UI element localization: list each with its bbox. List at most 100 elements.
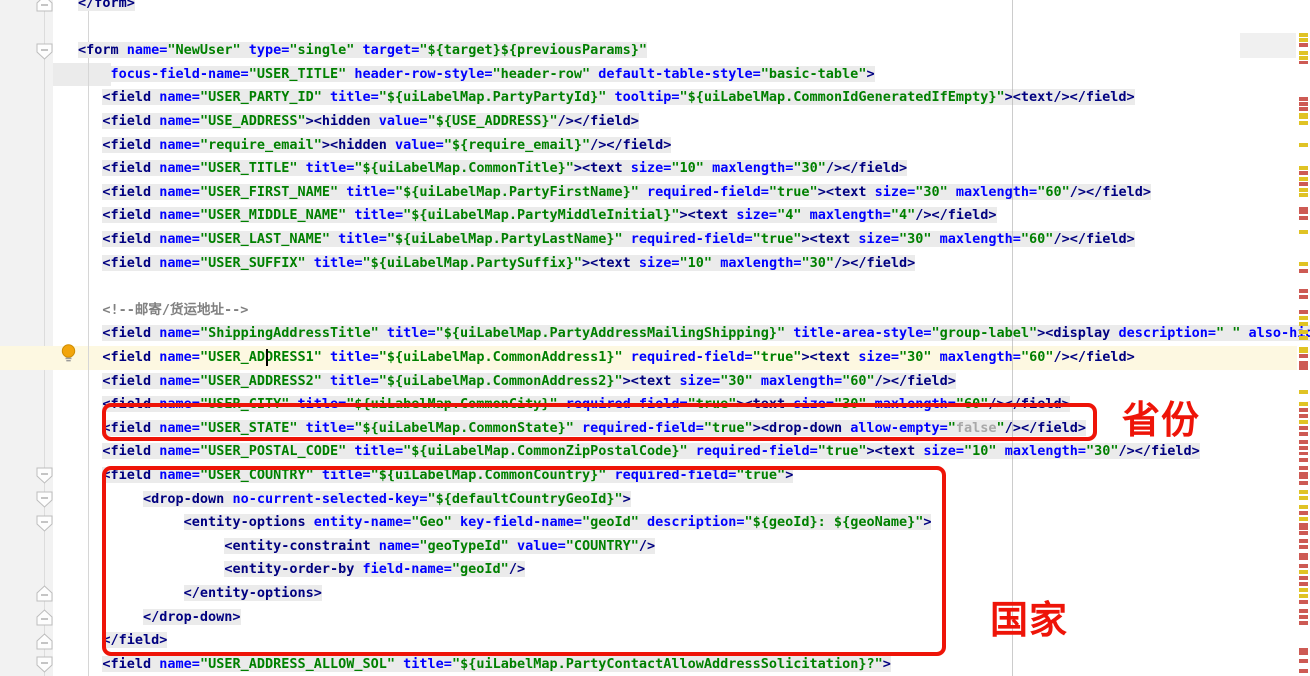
- stripe-marker[interactable]: [1299, 553, 1308, 560]
- code-line[interactable]: <!--邮寄/货运地址-->: [78, 299, 248, 323]
- stripe-marker[interactable]: [1299, 102, 1308, 106]
- stripe-marker[interactable]: [1299, 440, 1308, 444]
- stripe-marker[interactable]: [1299, 496, 1308, 500]
- annotation-box-state: [102, 403, 1097, 441]
- stripe-marker[interactable]: [1299, 390, 1308, 394]
- stripe-marker[interactable]: [1299, 481, 1308, 485]
- code-line[interactable]: <field name="ShippingAddressTitle" title…: [78, 322, 1310, 346]
- stripe-marker[interactable]: [1299, 269, 1308, 273]
- stripe-marker[interactable]: [1299, 511, 1308, 515]
- stripe-marker[interactable]: [1299, 609, 1308, 613]
- stripe-marker[interactable]: [1299, 545, 1308, 549]
- stripe-marker[interactable]: [1299, 121, 1308, 125]
- stripe-marker[interactable]: [1299, 166, 1308, 170]
- intention-bulb-icon[interactable]: [60, 344, 77, 363]
- stripe-marker[interactable]: [1299, 295, 1308, 299]
- code-line[interactable]: <field name="USER_MIDDLE_NAME" title="${…: [78, 204, 997, 228]
- code-line[interactable]: <field name="USER_ADDRESS_ALLOW_SOL" tit…: [78, 653, 891, 676]
- stripe-marker[interactable]: [1299, 33, 1308, 37]
- stripe-marker[interactable]: [1299, 361, 1308, 370]
- error-stripe[interactable]: [1297, 0, 1310, 676]
- stripe-marker[interactable]: [1299, 56, 1308, 60]
- stripe-marker[interactable]: [1299, 582, 1308, 586]
- code-text: <field name="USE_ADDRESS"><hidden value=…: [102, 113, 639, 129]
- stripe-marker[interactable]: [1299, 336, 1308, 340]
- stripe-marker[interactable]: [1299, 523, 1308, 530]
- code-line[interactable]: <field name="USER_FIRST_NAME" title="${u…: [78, 181, 1151, 205]
- stripe-marker[interactable]: [1299, 426, 1308, 430]
- annotation-label-country: 国家: [990, 600, 1069, 642]
- stripe-marker[interactable]: [1299, 61, 1308, 64]
- stripe-marker[interactable]: [1299, 322, 1308, 326]
- code-line[interactable]: <field name="USER_TITLE" title="${uiLabe…: [78, 157, 908, 181]
- stripe-marker[interactable]: [1299, 51, 1308, 55]
- stripe-marker[interactable]: [1299, 505, 1308, 509]
- stripe-marker[interactable]: [1299, 600, 1308, 604]
- code-line[interactable]: <field name="USER_LAST_NAME" title="${ui…: [78, 228, 1135, 252]
- code-line[interactable]: <field name="USE_ADDRESS"><hidden value=…: [78, 110, 639, 134]
- stripe-marker[interactable]: [1299, 216, 1308, 220]
- code-line[interactable]: <field name="USER_PARTY_ID" title="${uiL…: [78, 86, 1135, 110]
- code-text: <field name="USER_ADDRESS1" title="${uiL…: [102, 349, 1135, 365]
- stripe-marker[interactable]: [1299, 458, 1308, 462]
- code-line[interactable]: <field name="USER_ADDRESS1" title="${uiL…: [78, 346, 1135, 370]
- stripe-marker[interactable]: [1299, 354, 1308, 358]
- stripe-marker[interactable]: [1299, 316, 1308, 320]
- stripe-marker[interactable]: [1299, 466, 1308, 470]
- stripe-marker[interactable]: [1299, 188, 1308, 192]
- stripe-marker[interactable]: [1299, 182, 1308, 186]
- stripe-marker[interactable]: [1299, 207, 1308, 214]
- code-text: <field name="USER_FIRST_NAME" title="${u…: [102, 183, 1151, 200]
- stripe-marker[interactable]: [1299, 107, 1308, 111]
- stripe-marker[interactable]: [1299, 576, 1308, 580]
- stripe-marker[interactable]: [1299, 615, 1308, 619]
- stripe-marker[interactable]: [1299, 490, 1308, 494]
- stripe-marker[interactable]: [1299, 347, 1308, 353]
- code-text: <form name="NewUser" type="single" targe…: [78, 42, 647, 59]
- stripe-marker[interactable]: [1299, 452, 1308, 455]
- stripe-marker[interactable]: [1299, 143, 1308, 147]
- stripe-marker[interactable]: [1299, 564, 1308, 568]
- stripe-marker[interactable]: [1299, 570, 1308, 574]
- code-line[interactable]: <field name="USER_POSTAL_CODE" title="${…: [78, 440, 1200, 464]
- stripe-marker[interactable]: [1299, 414, 1308, 418]
- code-line[interactable]: <field name="require_email"><hidden valu…: [78, 134, 672, 158]
- stripe-marker[interactable]: [1299, 330, 1308, 334]
- stripe-marker[interactable]: [1299, 408, 1308, 412]
- stripe-marker[interactable]: [1299, 171, 1308, 175]
- stripe-marker[interactable]: [1299, 588, 1308, 592]
- stripe-marker[interactable]: [1299, 402, 1308, 406]
- stripe-marker[interactable]: [1299, 517, 1308, 521]
- stripe-marker[interactable]: [1299, 539, 1308, 543]
- stripe-marker[interactable]: [1299, 262, 1308, 266]
- stripe-marker[interactable]: [1299, 289, 1308, 293]
- stripe-marker[interactable]: [1299, 472, 1308, 479]
- stripe-marker[interactable]: [1299, 648, 1308, 655]
- stripe-marker[interactable]: [1299, 621, 1308, 625]
- stripe-marker[interactable]: [1299, 310, 1308, 314]
- stripe-marker[interactable]: [1299, 113, 1308, 119]
- stripe-marker[interactable]: [1299, 531, 1308, 535]
- code-line[interactable]: <form name="NewUser" type="single" targe…: [78, 39, 647, 63]
- stripe-marker[interactable]: [1299, 420, 1308, 424]
- stripe-marker[interactable]: [1299, 97, 1308, 101]
- code-line[interactable]: focus-field-name="USER_TITLE" header-row…: [78, 63, 875, 87]
- stripe-marker[interactable]: [1299, 446, 1308, 450]
- stripe-marker[interactable]: [1299, 594, 1308, 598]
- stripe-marker[interactable]: [1299, 432, 1308, 436]
- stripe-marker[interactable]: [1299, 43, 1308, 47]
- stripe-marker[interactable]: [1299, 193, 1308, 197]
- code-line[interactable]: </form>: [78, 0, 135, 16]
- stripe-marker[interactable]: [1299, 669, 1308, 673]
- stripe-marker[interactable]: [1299, 659, 1308, 663]
- stripe-marker[interactable]: [1299, 230, 1308, 234]
- stripe-marker[interactable]: [1299, 177, 1308, 181]
- code-line[interactable]: <field name="USER_ADDRESS2" title="${uiL…: [78, 370, 956, 394]
- stripe-marker[interactable]: [1299, 38, 1308, 42]
- code-line[interactable]: <field name="USER_SUFFIX" title="${uiLab…: [78, 252, 916, 276]
